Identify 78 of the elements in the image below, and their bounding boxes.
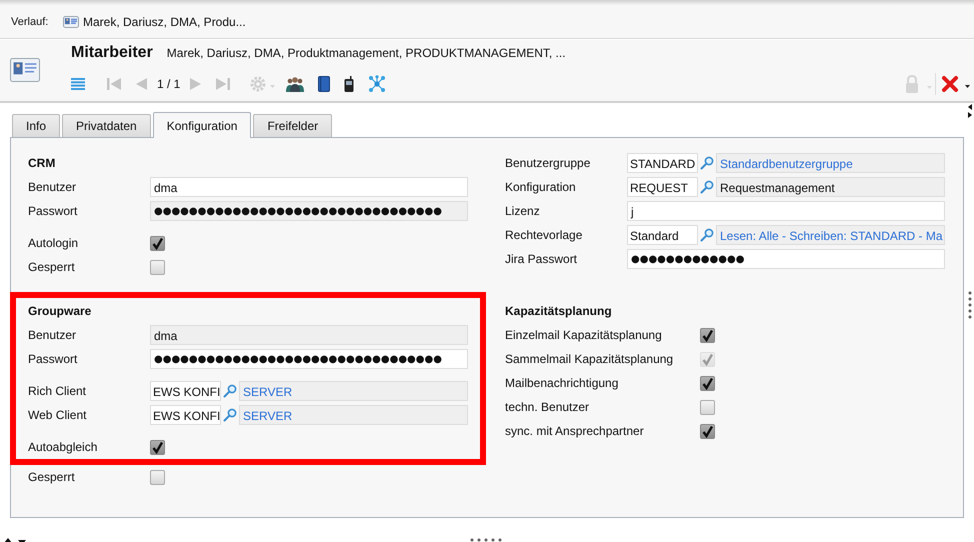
search-icon[interactable]: [700, 180, 714, 194]
checkbox[interactable]: [700, 376, 715, 390]
field-label: Mailbenachrichtigung: [505, 376, 620, 390]
field-label: Gesperrt: [28, 260, 76, 274]
field-label: Passwort: [28, 352, 78, 366]
page-counter: 1 / 1: [157, 77, 180, 91]
field-label: Lizenz: [505, 204, 541, 218]
description-field: Requestmanagement: [716, 177, 945, 197]
checkbox[interactable]: [150, 470, 165, 484]
history-link[interactable]: Marek, Dariusz, DMA, Produ...: [83, 14, 246, 28]
mobile-phone-icon[interactable]: [344, 76, 354, 92]
input-field[interactable]: REQUEST: [627, 177, 698, 197]
link[interactable]: Standardbenutzergruppe: [716, 153, 945, 173]
search-icon[interactable]: [700, 228, 714, 242]
input-field[interactable]: EWS KONFI: [150, 405, 221, 425]
tab[interactable]: Konfiguration: [152, 112, 252, 138]
input-field[interactable]: ●●●●●●●●●●●●●: [627, 249, 945, 269]
collapse-arrows-icon[interactable]: [967, 103, 973, 119]
field-label: Gesperrt: [28, 470, 76, 484]
tab[interactable]: Privatdaten: [62, 114, 151, 137]
field-label: sync. mit Ansprechpartner: [505, 424, 645, 438]
close-icon[interactable]: [942, 75, 972, 93]
input-field[interactable]: ●●●●●●●●●●●●●●●●●●●●●●●●●●●●●●●●●: [150, 201, 468, 221]
field-label: Rich Client: [28, 384, 88, 398]
network-icon[interactable]: [368, 75, 386, 93]
record-subtitle: Marek, Dariusz, DMA, Produktmanagement, PRODUKTMANAGEMENT, ...: [166, 46, 566, 60]
checkbox[interactable]: [700, 424, 715, 438]
book-icon[interactable]: [318, 76, 330, 92]
search-icon[interactable]: [700, 156, 714, 170]
link[interactable]: Lesen: Alle - Schreiben: STANDARD - Ma: [716, 225, 945, 245]
people-icon[interactable]: [286, 76, 304, 92]
link[interactable]: SERVER: [239, 381, 468, 401]
tab[interactable]: Info: [12, 114, 60, 137]
checkmark-icon: [701, 424, 714, 438]
field-label: Benutzergruppe: [505, 156, 592, 170]
checkbox[interactable]: [700, 400, 715, 414]
field-label: Rechtevorlage: [505, 228, 584, 242]
checkmark-icon: [701, 352, 714, 366]
field-label: Benutzer: [28, 180, 78, 194]
checkmark-icon: [701, 328, 714, 342]
checkmark-icon: [151, 440, 164, 454]
field-label: Sammelmail Kapazitätsplanung: [505, 352, 674, 366]
checkbox[interactable]: [150, 236, 165, 250]
input-field[interactable]: Standard: [627, 225, 698, 245]
input-field[interactable]: dma: [150, 177, 468, 197]
field-label: Einzelmail Kapazitätsplanung: [505, 328, 663, 342]
input-field[interactable]: dma: [150, 325, 468, 345]
field-label: Benutzer: [28, 328, 78, 342]
section-heading: Kapazitätsplanung: [505, 303, 613, 320]
input-field[interactable]: j: [627, 201, 945, 221]
input-field[interactable]: ●●●●●●●●●●●●●●●●●●●●●●●●●●●●●●●●●: [150, 349, 468, 369]
tab[interactable]: Freifelder: [253, 114, 332, 137]
field-label: Autologin: [28, 236, 80, 250]
id-card-icon: [10, 58, 40, 82]
input-field[interactable]: STANDARD: [627, 153, 698, 173]
field-label: Passwort: [28, 204, 78, 218]
field-label: Autoabgleich: [28, 440, 98, 454]
search-icon[interactable]: [223, 408, 237, 422]
field-label: Jira Passwort: [505, 252, 578, 266]
link[interactable]: SERVER: [239, 405, 468, 425]
id-card-icon: [63, 16, 79, 28]
field-label: Konfiguration: [505, 180, 577, 194]
record-title: Mitarbeiter: [71, 44, 153, 62]
section-heading: CRM: [28, 155, 56, 172]
checkmark-icon: [151, 236, 164, 250]
search-icon[interactable]: [223, 384, 237, 398]
checkbox[interactable]: [150, 440, 165, 454]
field-label: techn. Benutzer: [505, 400, 590, 414]
checkbox[interactable]: [700, 328, 715, 342]
list-icon[interactable]: [71, 78, 85, 90]
section-heading: Groupware: [28, 303, 92, 320]
grip-icon[interactable]: [470, 538, 502, 542]
history-label: Verlauf:: [11, 16, 50, 28]
input-field[interactable]: EWS KONFI: [150, 381, 221, 401]
grip-icon[interactable]: [968, 290, 972, 320]
checkmark-icon: [701, 376, 714, 390]
field-label: Web Client: [28, 408, 88, 422]
checkbox[interactable]: [150, 260, 165, 274]
